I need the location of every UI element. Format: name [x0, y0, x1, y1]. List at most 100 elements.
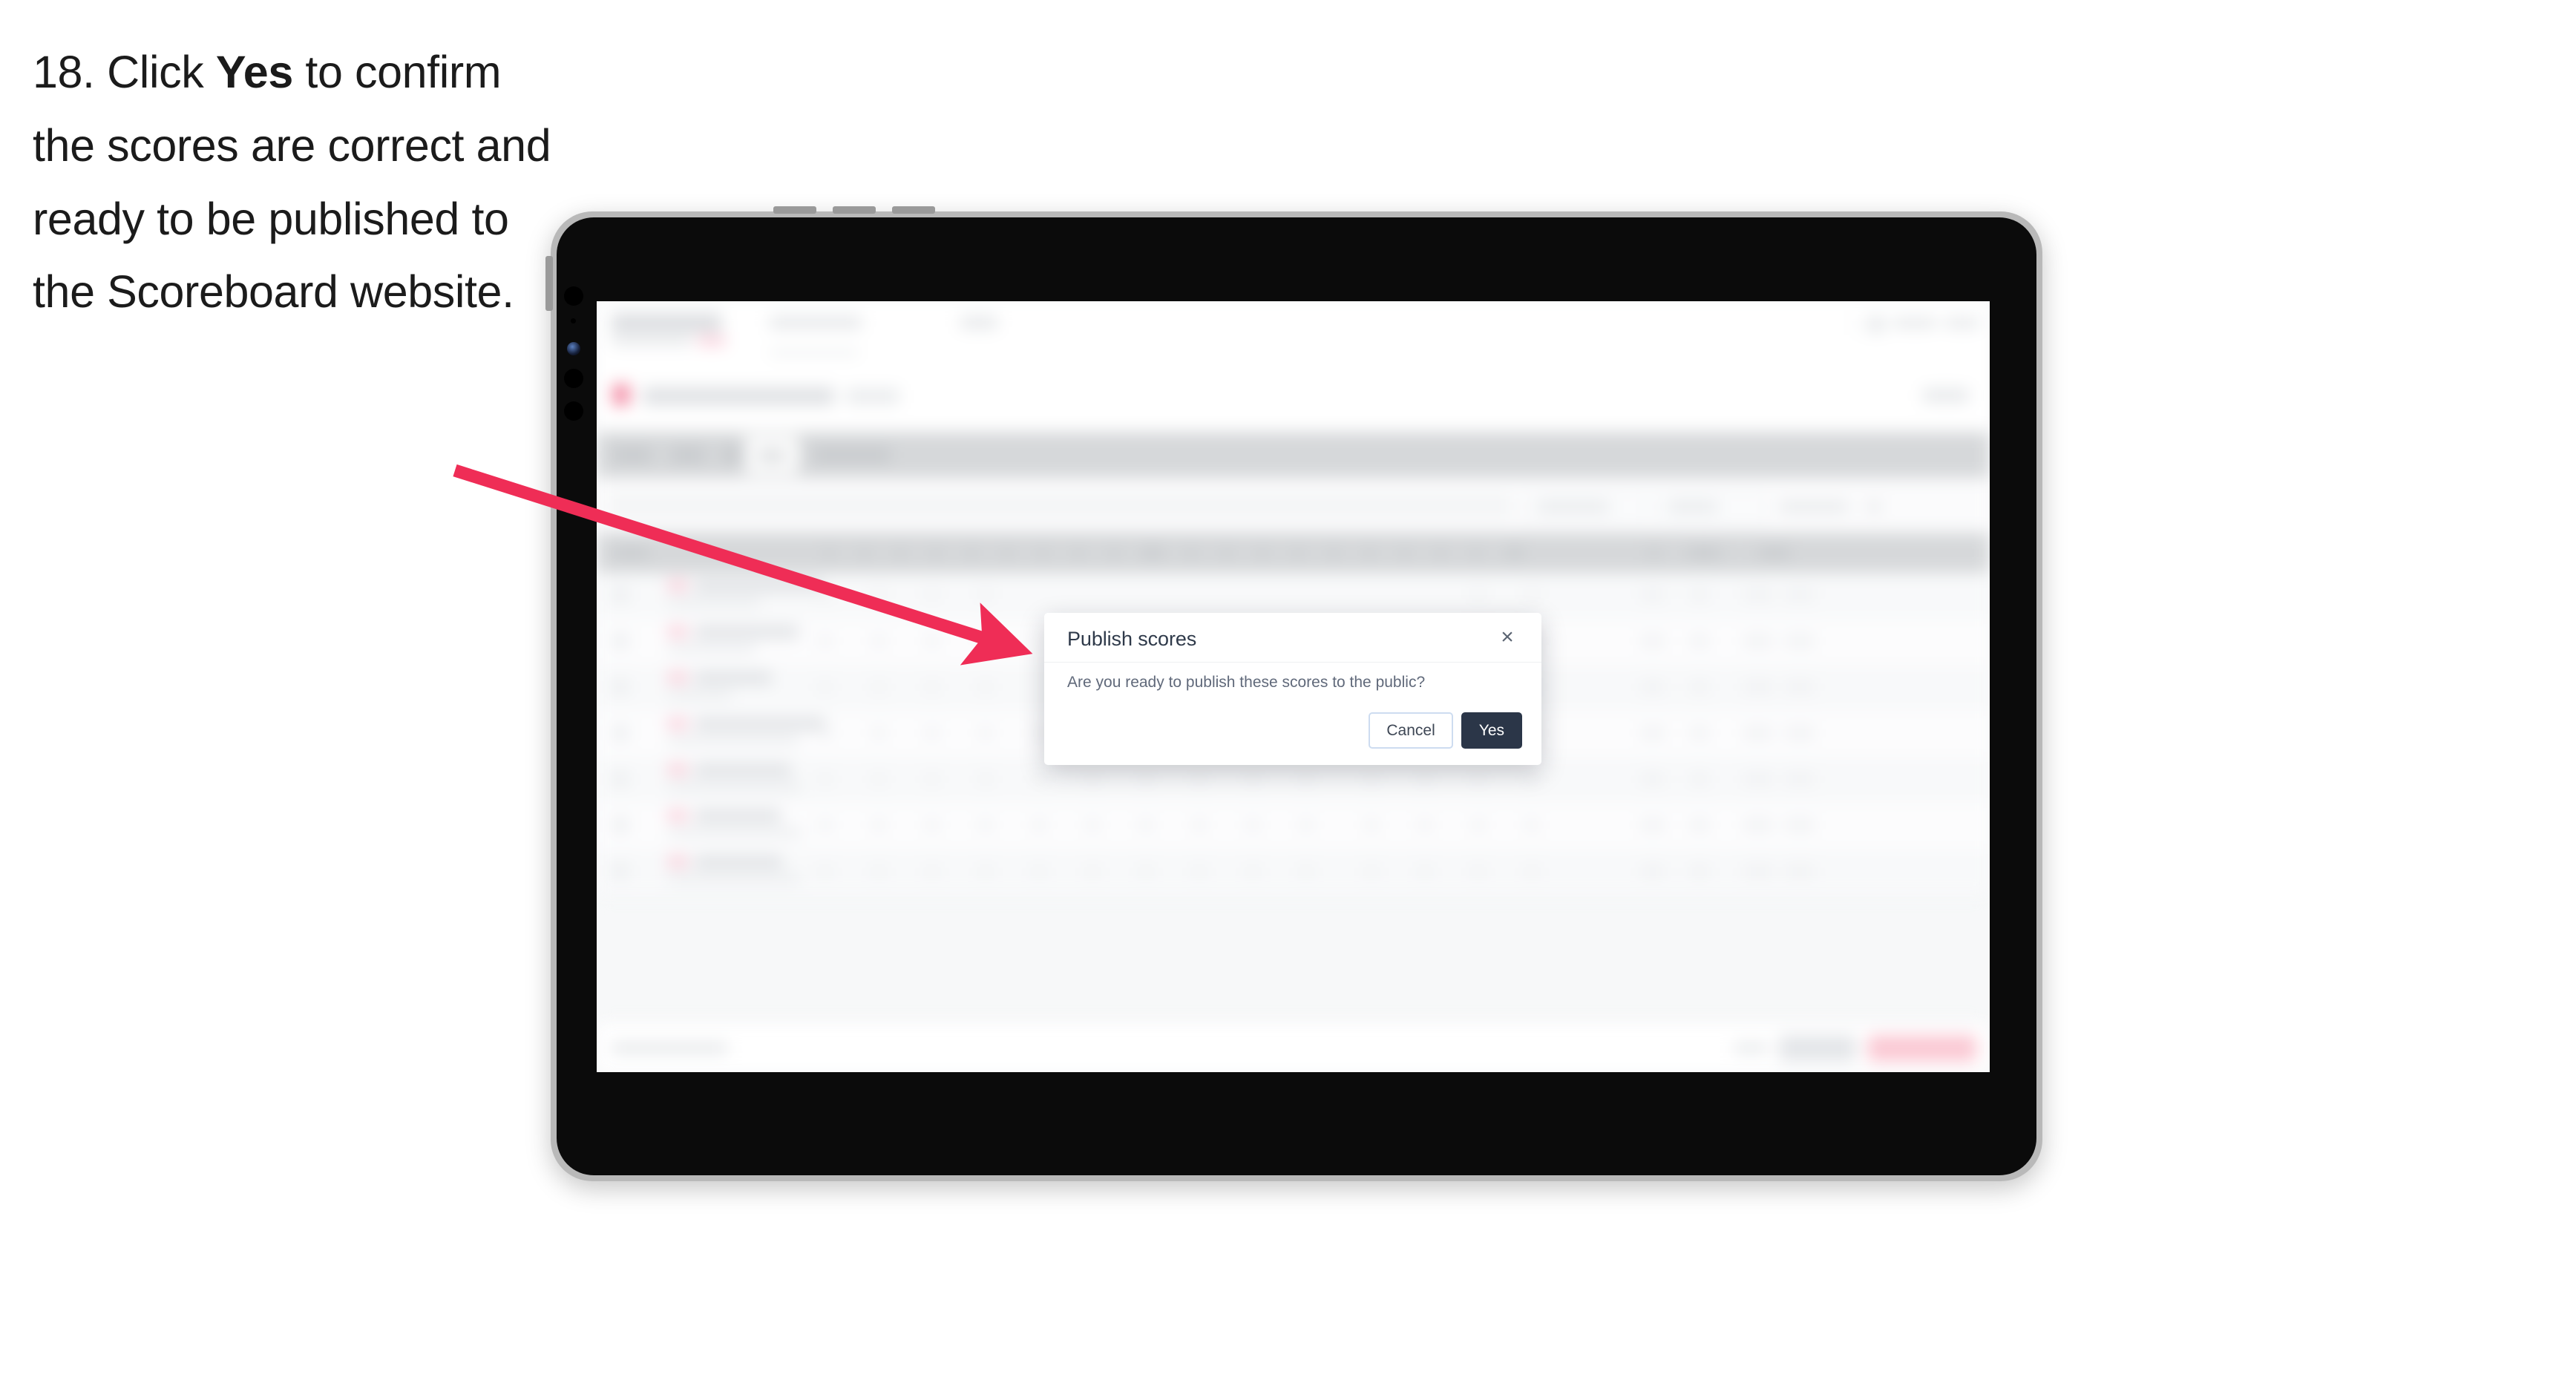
score-cell[interactable] — [1140, 819, 1152, 831]
score-cell[interactable] — [980, 681, 992, 693]
score-cell[interactable] — [980, 865, 992, 877]
avatar[interactable] — [1867, 315, 1886, 334]
volume-up-button — [833, 206, 876, 214]
row-checkbox[interactable] — [613, 680, 628, 694]
row-checkbox[interactable] — [613, 772, 628, 786]
row-checkbox[interactable] — [613, 864, 628, 878]
score-cell[interactable] — [1526, 865, 1538, 877]
score-cell[interactable] — [873, 681, 885, 693]
score-total-cell — [1744, 773, 1772, 785]
score-cell[interactable] — [926, 681, 938, 693]
score-cell[interactable] — [1366, 819, 1377, 831]
score-cell[interactable] — [1526, 773, 1538, 785]
score-cell[interactable] — [926, 865, 938, 877]
score-cell[interactable] — [1087, 865, 1098, 877]
score-cell[interactable] — [1300, 773, 1312, 785]
filter-view-label[interactable] — [1780, 502, 1848, 512]
yes-button[interactable]: Yes — [1461, 712, 1522, 749]
score-cell[interactable] — [1033, 727, 1045, 739]
score-cell[interactable] — [819, 589, 831, 601]
score-cell[interactable] — [1193, 773, 1205, 785]
score-cell[interactable] — [1472, 819, 1484, 831]
score-cell[interactable] — [980, 773, 992, 785]
cancel-button[interactable]: Cancel — [1369, 712, 1453, 749]
score-cell[interactable] — [1419, 819, 1431, 831]
score-cell[interactable] — [873, 589, 885, 601]
filter-view-icon[interactable] — [1867, 502, 1881, 512]
score-cell[interactable] — [1193, 819, 1205, 831]
score-cell[interactable] — [1526, 819, 1538, 831]
score-cell[interactable] — [873, 635, 885, 647]
table-row[interactable] — [597, 849, 1990, 896]
nav-item-teams[interactable] — [960, 316, 997, 329]
score-cell[interactable] — [1247, 865, 1259, 877]
row-checkbox[interactable] — [613, 634, 628, 648]
footer-primary-button[interactable] — [1868, 1035, 1976, 1062]
score-cell[interactable] — [1366, 773, 1377, 785]
score-cell[interactable] — [819, 635, 831, 647]
score-cell[interactable] — [1366, 865, 1377, 877]
score-cell[interactable] — [1419, 865, 1431, 877]
column-h17 — [1437, 548, 1444, 558]
score-cell[interactable] — [926, 727, 938, 739]
step-number: 18. — [33, 47, 95, 97]
score-cell[interactable] — [1193, 865, 1205, 877]
row-checkbox[interactable] — [613, 818, 628, 832]
close-icon[interactable]: × — [1492, 623, 1522, 652]
volume-down-button — [892, 206, 935, 214]
score-cell[interactable] — [819, 681, 831, 693]
score-cell[interactable] — [980, 589, 992, 601]
score-cell[interactable] — [1472, 865, 1484, 877]
score-cell[interactable] — [1300, 819, 1312, 831]
account-link-my-account[interactable] — [1893, 318, 1936, 328]
player-name — [695, 763, 791, 776]
score-cell[interactable] — [926, 589, 938, 601]
score-cell[interactable] — [1140, 773, 1152, 785]
tab-leaderboard[interactable] — [813, 448, 891, 462]
score-cell[interactable] — [819, 865, 831, 877]
score-cell[interactable] — [1247, 819, 1259, 831]
score-cell[interactable] — [1140, 865, 1152, 877]
score-cell[interactable] — [980, 635, 992, 647]
score-cell[interactable] — [1033, 773, 1045, 785]
footer-secondary-button[interactable] — [1779, 1035, 1856, 1062]
score-cell[interactable] — [1472, 589, 1484, 601]
score-cell[interactable] — [1033, 865, 1045, 877]
footer-cancel-link[interactable] — [1734, 1042, 1767, 1054]
score-cell[interactable] — [873, 865, 885, 877]
score-cell[interactable] — [873, 727, 885, 739]
brand-logo[interactable] — [612, 313, 721, 332]
score-cell[interactable] — [819, 727, 831, 739]
score-cell[interactable] — [1526, 589, 1538, 601]
ambient-light-sensor — [567, 342, 580, 355]
score-cell[interactable] — [819, 773, 831, 785]
score-cell[interactable] — [819, 819, 831, 831]
tab-teams[interactable] — [671, 448, 705, 462]
score-cell[interactable] — [1087, 819, 1098, 831]
score-cell[interactable] — [980, 819, 992, 831]
page-title-action[interactable] — [1923, 389, 1969, 402]
instruction-emphasis: Yes — [215, 47, 293, 97]
tab-details[interactable] — [613, 448, 652, 462]
score-cell[interactable] — [1087, 773, 1098, 785]
score-cell[interactable] — [873, 773, 885, 785]
table-row[interactable] — [597, 803, 1990, 850]
score-cell[interactable] — [1033, 819, 1045, 831]
score-cell[interactable] — [1472, 773, 1484, 785]
nav-item-tournaments[interactable] — [770, 316, 862, 329]
column-total — [1688, 548, 1720, 558]
search-input[interactable] — [609, 494, 1511, 518]
score-cell[interactable] — [1247, 773, 1259, 785]
account-link-sign-out[interactable] — [1945, 318, 1979, 328]
score-cell[interactable] — [926, 819, 938, 831]
score-cell[interactable] — [980, 727, 992, 739]
score-cell[interactable] — [1300, 865, 1312, 877]
score-cell[interactable] — [873, 819, 885, 831]
score-cell[interactable] — [926, 635, 938, 647]
row-checkbox[interactable] — [613, 588, 628, 602]
score-cell[interactable] — [926, 773, 938, 785]
row-checkbox[interactable] — [613, 726, 628, 740]
score-total-cell — [1744, 819, 1772, 831]
player-name — [695, 855, 782, 868]
score-cell[interactable] — [1419, 773, 1431, 785]
